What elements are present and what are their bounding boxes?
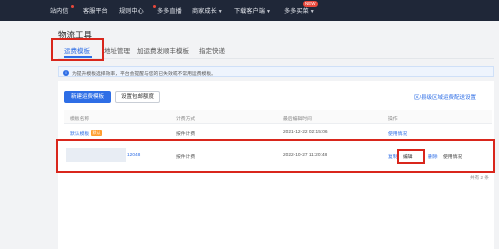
region-shipping-link[interactable]: 区/县级区域运费配送设置 [414, 93, 476, 101]
info-icon: i [63, 69, 69, 76]
table-header [64, 110, 492, 124]
nav-live[interactable]: 多多直播 [157, 6, 182, 15]
tab-address-management[interactable]: 地址管理 [104, 45, 130, 55]
nav-merchant-growth-label: 商家成长 [192, 8, 217, 15]
new-badge: NEW [303, 1, 318, 7]
nav-download-client[interactable]: 下载客户端▼ [234, 6, 271, 15]
tab-sf-template[interactable]: 加运费发顺丰模板 [137, 45, 189, 55]
chevron-down-icon: ▼ [217, 9, 223, 15]
nav-rules-center[interactable]: 规则中心 [119, 6, 144, 15]
chevron-down-icon: ▼ [309, 9, 315, 15]
template-name-link[interactable]: 默认模板 [70, 130, 89, 137]
new-template-button[interactable]: 新建运费模板 [64, 91, 111, 103]
set-free-shipping-button[interactable]: 设置包邮额度 [115, 91, 160, 103]
total-count: 共有 2 条 [470, 175, 489, 180]
nav-duoduo-maicai[interactable]: 多多买菜▼ [284, 6, 315, 15]
tabs-divider [58, 58, 494, 59]
notice-banner: i 为提升模板选择效率，平台会提醒与您的已失效或不常用运费模板。 [58, 66, 494, 77]
chevron-down-icon: ▼ [265, 9, 271, 15]
billing-method: 按件计费 [176, 132, 196, 137]
column-header-time: 最后编辑时间 [283, 117, 312, 122]
unread-dot [153, 5, 156, 8]
nav-merchant-growth[interactable]: 商家成长▼ [192, 6, 223, 15]
notice-text: 为提升模板选择效率，平台会提醒与您的已失效或不常用运费模板。 [72, 71, 216, 77]
column-header-actions: 操作 [388, 117, 398, 122]
highlight-box-tab [51, 38, 104, 61]
nav-download-client-label: 下载客户端 [234, 8, 265, 15]
last-edited-time: 2021-12-22 02:15:06 [283, 130, 328, 135]
top-nav-bar: 站内信 客服平台 规则中心 多多直播 商家成长▼ 下载客户端▼ 多多买菜▼ NE… [0, 0, 499, 21]
column-header-name: 模板名称 [70, 117, 90, 122]
nav-duoduo-maicai-label: 多多买菜 [284, 8, 309, 15]
highlight-box-row [56, 139, 495, 173]
usage-link[interactable]: 使用情况 [388, 130, 407, 137]
column-header-billing: 计费方式 [176, 117, 196, 122]
unread-dot [71, 5, 74, 8]
nav-messages[interactable]: 站内信 [50, 6, 69, 15]
nav-customer-service[interactable]: 客服平台 [83, 6, 108, 15]
tab-designated-express[interactable]: 指定快递 [199, 45, 225, 55]
default-tag: 默认 [91, 130, 102, 136]
